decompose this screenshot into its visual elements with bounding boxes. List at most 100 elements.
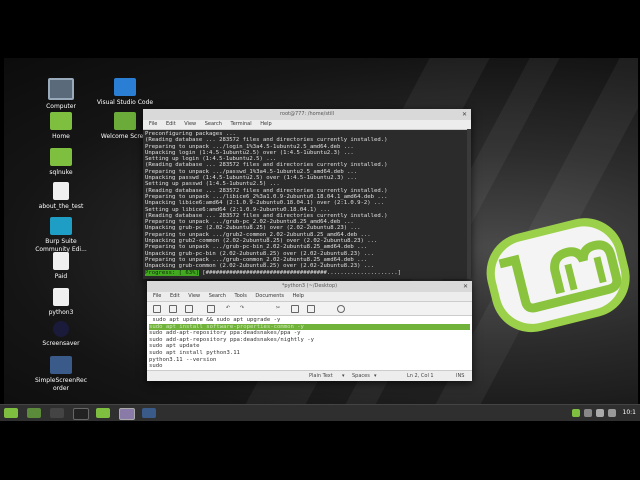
clock[interactable]: 10:1 bbox=[623, 405, 636, 421]
terminal-scrollbar[interactable] bbox=[467, 129, 471, 279]
language-selector[interactable]: Plain Text bbox=[309, 371, 333, 381]
editor-titlebar[interactable]: *python3 (~/Desktop) ✕ bbox=[147, 281, 472, 292]
paste-icon[interactable] bbox=[307, 305, 315, 313]
camera-icon bbox=[50, 356, 72, 374]
icon-label: Screensaver bbox=[42, 340, 80, 347]
editor-line: sudo apt install software-properties-com… bbox=[149, 323, 470, 331]
menu-help[interactable]: Help bbox=[260, 121, 271, 127]
editor-line: sudo bbox=[149, 363, 163, 370]
menu-search[interactable]: Search bbox=[209, 293, 226, 299]
screen: Computer Visual Studio Code Home Welcome… bbox=[0, 0, 640, 480]
menu-edit[interactable]: Edit bbox=[166, 121, 176, 127]
copy-icon[interactable] bbox=[291, 305, 299, 313]
menu-help[interactable]: Help bbox=[293, 293, 304, 299]
editor-task-icon[interactable] bbox=[119, 408, 135, 420]
new-document-icon[interactable] bbox=[153, 305, 161, 313]
window-title: *python3 (~/Desktop) bbox=[281, 283, 338, 289]
desktop-icon-screensaver[interactable]: Screensaver bbox=[31, 321, 91, 348]
desktop-icon-simplescreenrecorder[interactable]: SimpleScreenRec order bbox=[31, 356, 91, 392]
taskbar: 10:1 bbox=[0, 404, 640, 421]
editor-line: sudo apt update && sudo apt upgrade -y bbox=[149, 317, 281, 323]
progress-label: Progress: [ 63%] bbox=[145, 270, 199, 276]
close-icon[interactable]: ✕ bbox=[462, 109, 467, 120]
menu-file[interactable]: File bbox=[153, 293, 161, 299]
vscode-icon bbox=[114, 78, 136, 96]
insert-mode: INS bbox=[456, 373, 465, 379]
text-file-icon bbox=[53, 182, 69, 200]
menu-tools[interactable]: Tools bbox=[235, 293, 247, 299]
chevron-down-icon: ▾ bbox=[342, 373, 345, 379]
editor-menubar: File Edit View Search Tools Documents He… bbox=[147, 292, 472, 302]
progress-line: Progress: [ 63%] [######################… bbox=[145, 270, 401, 276]
desktop-icon-sqlnuke[interactable]: sqlnuke bbox=[31, 148, 91, 177]
menu-view[interactable]: View bbox=[184, 121, 196, 127]
editor-window[interactable]: *python3 (~/Desktop) ✕ File Edit View Se… bbox=[147, 281, 472, 381]
terminal-task-icon[interactable] bbox=[73, 408, 89, 420]
redo-icon[interactable]: ↷ bbox=[239, 305, 245, 311]
mint-logo-icon bbox=[486, 218, 630, 333]
undo-icon[interactable]: ↶ bbox=[225, 305, 231, 311]
editor-text-area[interactable]: sudo apt update && sudo apt upgrade -y su… bbox=[147, 316, 472, 374]
files-task-icon[interactable] bbox=[96, 408, 110, 418]
editor-line: sudo add-apt-repository ppa:deadsnakes/p… bbox=[149, 330, 301, 337]
editor-toolbar: ↶ ↷ ✂ bbox=[147, 302, 472, 316]
icon-label: sqlnuke bbox=[49, 169, 73, 176]
desktop-icon-paid[interactable]: Paid bbox=[31, 252, 91, 281]
network-icon[interactable] bbox=[584, 409, 592, 417]
icon-label: Computer bbox=[46, 103, 76, 110]
screenshot-task-icon[interactable] bbox=[142, 408, 156, 418]
terminal-line: Unpacking grub-common (2.02-2ubuntu8.25)… bbox=[145, 263, 375, 270]
save-icon[interactable] bbox=[185, 305, 193, 313]
folder-icon bbox=[50, 148, 72, 166]
icon-label: about_the_test bbox=[38, 203, 84, 210]
print-icon[interactable] bbox=[207, 305, 215, 313]
terminal-window[interactable]: root@777: /home/still ✕ File Edit View S… bbox=[143, 109, 471, 279]
progress-bar: [####################################...… bbox=[198, 270, 401, 276]
menu-edit[interactable]: Edit bbox=[170, 293, 180, 299]
volume-icon[interactable] bbox=[608, 409, 616, 417]
editor-line: sudo add-apt-repository ppa:deadsnakes/n… bbox=[149, 336, 315, 343]
terminal-titlebar[interactable]: root@777: /home/still ✕ bbox=[143, 109, 471, 120]
indent-selector[interactable]: Spaces bbox=[352, 371, 370, 381]
close-icon[interactable]: ✕ bbox=[463, 281, 468, 292]
computer-icon bbox=[48, 78, 74, 100]
menu-documents[interactable]: Documents bbox=[255, 293, 284, 299]
menu-view[interactable]: View bbox=[188, 293, 200, 299]
cursor-position: Ln 2, Col 1 bbox=[407, 373, 434, 379]
icon-label: Paid bbox=[54, 273, 68, 280]
folder-home-icon bbox=[50, 112, 72, 130]
terminal-output[interactable]: Preconfiguring packages ... (Reading data… bbox=[143, 130, 471, 279]
show-desktop-icon[interactable] bbox=[27, 408, 41, 418]
editor-line: sudo apt install python3.11 bbox=[149, 349, 240, 356]
editor-statusbar: Plain Text ▾ Spaces ▾ Ln 2, Col 1 INS bbox=[147, 370, 472, 381]
open-icon[interactable] bbox=[169, 305, 177, 313]
text-file-icon bbox=[53, 252, 69, 270]
desktop-icon-vscode[interactable]: Visual Studio Code bbox=[95, 78, 155, 107]
desktop-icon-python3[interactable]: python3 bbox=[31, 288, 91, 317]
chevron-down-icon: ▾ bbox=[374, 373, 377, 379]
menu-file[interactable]: File bbox=[149, 121, 157, 127]
mint-menu-icon[interactable] bbox=[4, 408, 18, 418]
mint-update-icon[interactable] bbox=[572, 409, 580, 417]
menu-search[interactable]: Search bbox=[205, 121, 222, 127]
shield-icon[interactable] bbox=[596, 409, 604, 417]
editor-line: python3.11 --version bbox=[149, 356, 217, 363]
icon-label: python3 bbox=[48, 309, 74, 316]
icon-label: Welcome Scre... bbox=[100, 133, 150, 140]
mint-welcome-icon bbox=[114, 112, 136, 130]
desktop-icon-about-test[interactable]: about_the_test bbox=[31, 182, 91, 211]
text-file-icon bbox=[53, 288, 69, 306]
find-icon[interactable] bbox=[337, 305, 345, 313]
window-title: root@777: /home/still bbox=[279, 111, 335, 117]
editor-line: sudo apt update bbox=[149, 343, 200, 350]
menu-terminal[interactable]: Terminal bbox=[231, 121, 252, 127]
terminal-launcher-icon[interactable] bbox=[50, 408, 64, 418]
icon-label: Visual Studio Code bbox=[96, 99, 154, 106]
cut-icon[interactable]: ✂ bbox=[275, 305, 281, 311]
desktop-icon-home[interactable]: Home bbox=[31, 112, 91, 141]
desktop-icon-burp[interactable]: Burp Suite Community Edi... bbox=[31, 217, 91, 253]
moon-icon bbox=[53, 321, 69, 337]
icon-label: Burp Suite Community Edi... bbox=[35, 238, 87, 253]
burp-suite-icon bbox=[50, 217, 72, 235]
desktop-icon-computer[interactable]: Computer bbox=[31, 78, 91, 111]
